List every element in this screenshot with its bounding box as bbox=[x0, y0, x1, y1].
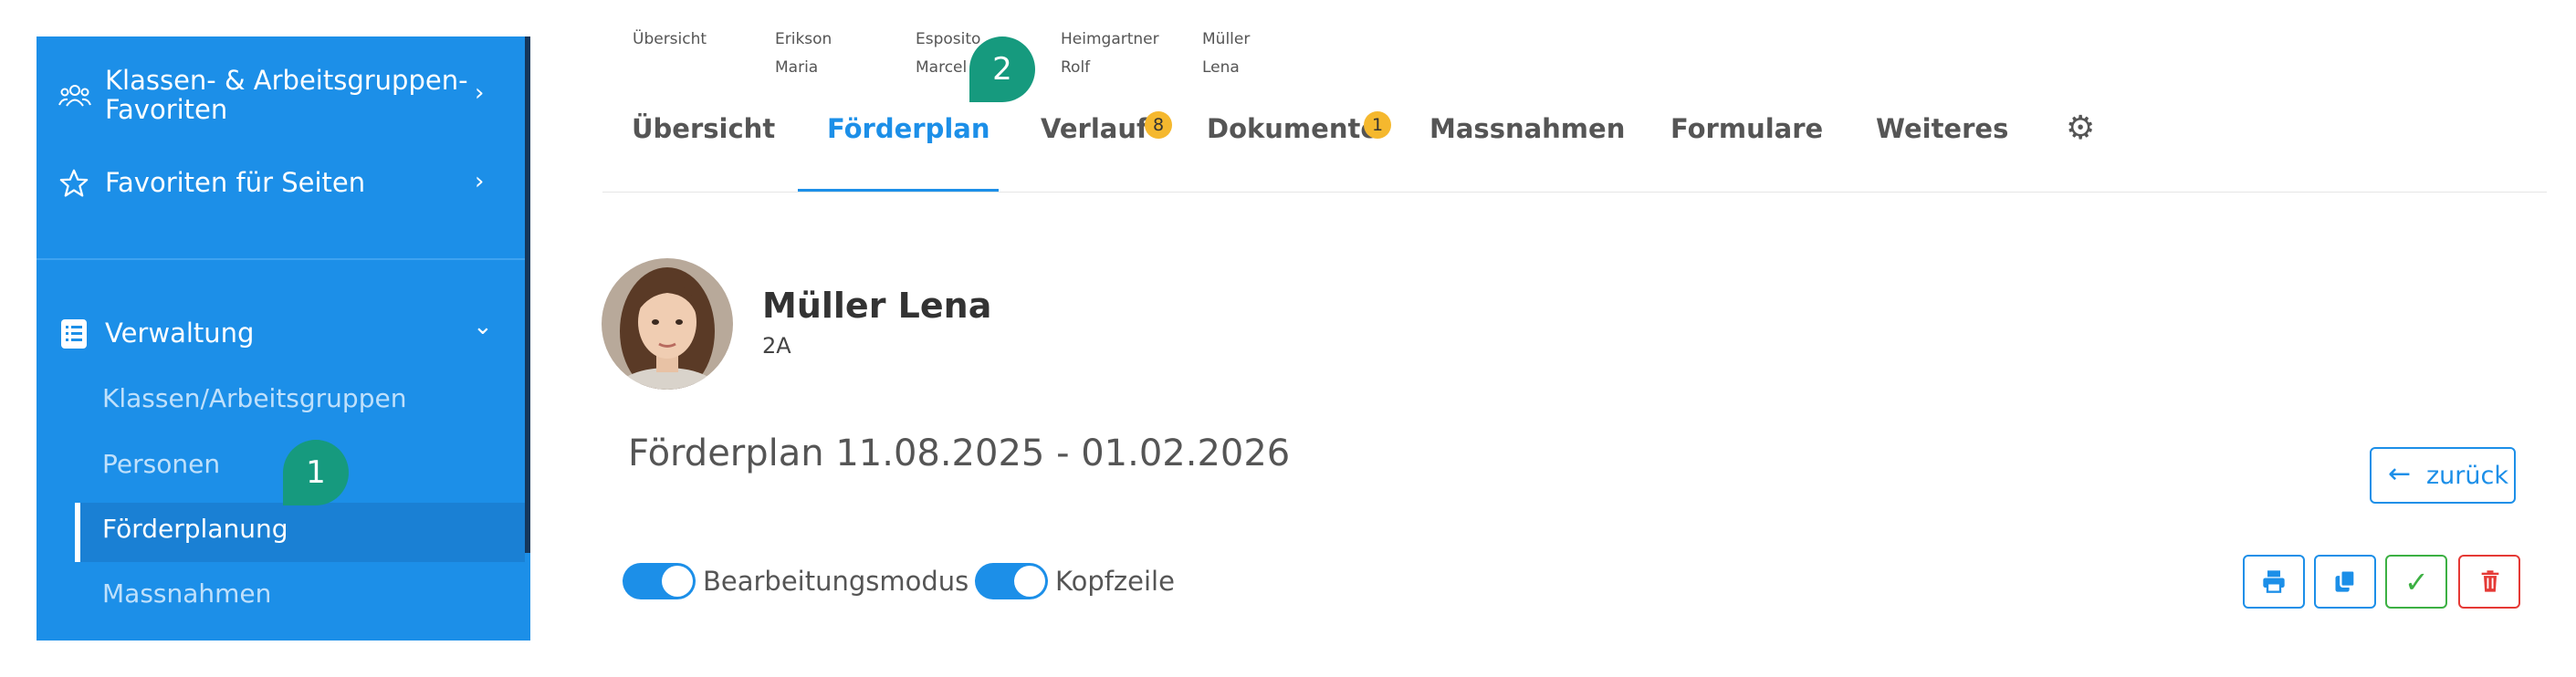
print-button[interactable] bbox=[2243, 555, 2305, 609]
sidebar-item-label: Verwaltung bbox=[105, 318, 255, 349]
chevron-down-icon: ⌄ bbox=[473, 313, 493, 340]
step-marker-2: 2 bbox=[969, 36, 1035, 102]
sidebar-subitem-foerderplanung[interactable]: Förderplanung bbox=[102, 514, 288, 544]
gear-icon[interactable]: ⚙ bbox=[2066, 110, 2095, 147]
student-name: Müller Lena bbox=[762, 286, 992, 326]
tab-bar-border bbox=[602, 192, 2547, 193]
sidebar-item-page-favorites[interactable]: Favoriten für Seiten › bbox=[37, 155, 525, 214]
sidebar-item-label: Favoriten für Seiten bbox=[105, 167, 366, 198]
student-erikson-maria[interactable]: Erikson Maria bbox=[775, 26, 832, 82]
list-icon bbox=[61, 319, 87, 349]
verlauf-count-badge: 8 bbox=[1145, 111, 1172, 139]
tab-dokumente[interactable]: Dokumente bbox=[1207, 113, 1378, 144]
chevron-right-icon: › bbox=[475, 168, 485, 195]
users-icon bbox=[58, 85, 91, 107]
sidebar-subitem-personen[interactable]: Personen bbox=[102, 449, 220, 479]
tab-massnahmen[interactable]: Massnahmen bbox=[1429, 113, 1625, 144]
back-button[interactable]: ← zurück bbox=[2370, 447, 2516, 504]
toggle-knob bbox=[1014, 566, 1045, 597]
sidebar-item-class-favorites[interactable]: Klassen- & Arbeitsgruppen- Favoriten › bbox=[37, 57, 525, 139]
sidebar-divider bbox=[37, 258, 525, 260]
print-icon bbox=[2263, 570, 2285, 593]
check-icon: ✓ bbox=[2404, 565, 2429, 599]
star-icon bbox=[59, 169, 89, 197]
step-marker-1: 1 bbox=[283, 440, 349, 505]
sidebar-edge bbox=[525, 36, 530, 553]
copy-icon bbox=[2335, 569, 2356, 592]
tab-foerderplan[interactable]: Förderplan bbox=[827, 113, 990, 144]
header-label: Kopfzeile bbox=[1055, 566, 1175, 597]
sidebar-item-label: Klassen- & Arbeitsgruppen- Favoriten bbox=[105, 65, 468, 125]
edit-mode-toggle[interactable] bbox=[623, 563, 696, 599]
toggle-knob bbox=[662, 566, 693, 597]
tab-formulare[interactable]: Formulare bbox=[1670, 113, 1823, 144]
header-toggle[interactable] bbox=[975, 563, 1048, 599]
edit-mode-label: Bearbeitungsmodus bbox=[703, 566, 969, 597]
sidebar-item-verwaltung[interactable]: Verwaltung ⌄ bbox=[37, 306, 525, 365]
sidebar-subitem-klassen[interactable]: Klassen/Arbeitsgruppen bbox=[102, 383, 406, 413]
delete-button[interactable] bbox=[2458, 555, 2520, 609]
student-heimgartner-rolf[interactable]: Heimgartner Rolf bbox=[1061, 26, 1159, 82]
student-mueller-lena[interactable]: Müller Lena bbox=[1202, 26, 1250, 82]
sidebar-active-indicator bbox=[75, 503, 80, 562]
avatar bbox=[602, 258, 733, 390]
copy-button[interactable] bbox=[2314, 555, 2376, 609]
confirm-button[interactable]: ✓ bbox=[2385, 555, 2447, 609]
tab-verlauf[interactable]: Verlauf bbox=[1041, 113, 1148, 144]
student-class: 2A bbox=[762, 333, 791, 359]
tab-weiteres[interactable]: Weiteres bbox=[1876, 113, 2008, 144]
tab-uebersicht[interactable]: Übersicht bbox=[632, 113, 775, 144]
trash-icon bbox=[2481, 570, 2499, 592]
arrow-left-icon: ← bbox=[2388, 458, 2412, 490]
sidebar-subitem-massnahmen[interactable]: Massnahmen bbox=[102, 578, 271, 609]
back-button-label: zurück bbox=[2426, 462, 2508, 490]
student-overview[interactable]: Übersicht bbox=[633, 26, 707, 54]
dokumente-count-badge: 1 bbox=[1364, 111, 1391, 139]
plan-title: Förderplan 11.08.2025 - 01.02.2026 bbox=[628, 432, 1291, 474]
chevron-right-icon: › bbox=[475, 79, 485, 107]
